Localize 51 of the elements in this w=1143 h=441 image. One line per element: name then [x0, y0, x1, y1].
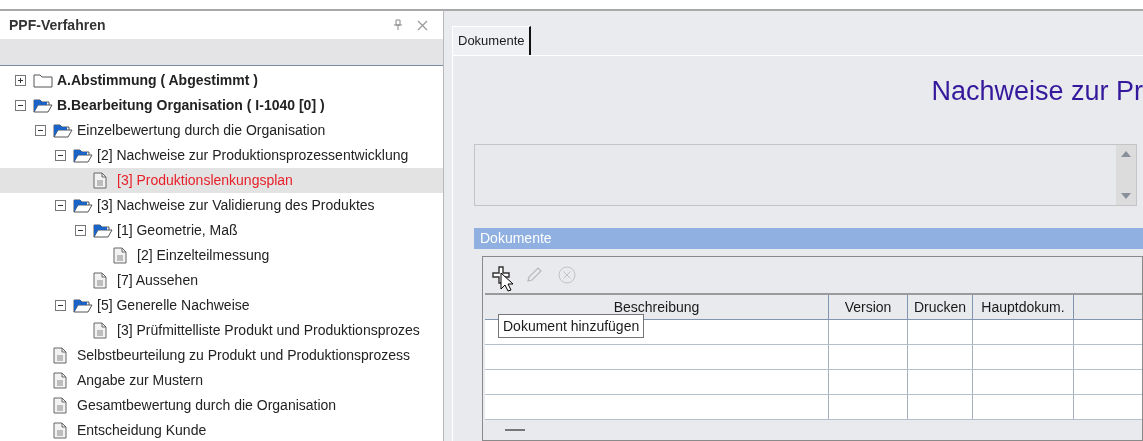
page-heading: Nachweise zur Pr	[931, 74, 1143, 108]
expand-icon[interactable]	[15, 75, 26, 86]
scroll-down-icon[interactable]	[1121, 193, 1131, 199]
folder-icon	[33, 73, 53, 88]
folder-icon	[73, 298, 93, 313]
document-icon	[93, 272, 107, 289]
tree-item[interactable]: [3] Produktionslenkungsplan	[0, 168, 443, 193]
document-icon	[53, 347, 67, 364]
collapse-icon[interactable]	[15, 100, 26, 111]
tree-item[interactable]: B.Bearbeitung Organisation ( I-1040 [0] )	[0, 93, 443, 118]
collapse-icon[interactable]	[55, 150, 66, 161]
tree-item[interactable]: [5] Generelle Nachweise	[0, 293, 443, 318]
pin-icon[interactable]	[393, 19, 403, 31]
tree-item[interactable]: [2] Einzelteilmessung	[0, 243, 443, 268]
column-header[interactable]: Drucken	[908, 295, 973, 319]
collapse-icon[interactable]	[75, 225, 86, 236]
document-icon	[93, 322, 107, 339]
folder-icon	[93, 223, 113, 238]
tree-item[interactable]: Gesamtbewertung durch die Organisation	[0, 393, 443, 418]
scrollbar[interactable]	[1116, 145, 1136, 205]
tree-item[interactable]: [2] Nachweise zur Produktionsprozessentwicklung	[0, 143, 443, 168]
column-header[interactable]: Version	[829, 295, 908, 319]
folder-icon	[53, 123, 73, 138]
tree-item[interactable]: [3] Nachweise zur Validierung des Produktes	[0, 193, 443, 218]
collapse-icon[interactable]	[35, 125, 46, 136]
group-header: Dokumente	[474, 228, 1143, 249]
collapse-handle[interactable]	[505, 429, 525, 431]
document-icon	[113, 247, 127, 264]
tree-item[interactable]: Einzelbewertung durch die Organisation	[0, 118, 443, 143]
tree-item[interactable]: [1] Geometrie, Maß	[0, 218, 443, 243]
collapse-icon[interactable]	[55, 200, 66, 211]
tree-item[interactable]: A.Abstimmung ( Abgestimmt )	[0, 68, 443, 93]
folder-icon	[33, 98, 53, 113]
folder-icon	[73, 198, 93, 213]
collapse-icon[interactable]	[55, 300, 66, 311]
tree-item[interactable]: Entscheidung Kunde	[0, 418, 443, 441]
panel-title: PPF-Verfahren	[9, 15, 107, 35]
document-icon	[53, 397, 67, 414]
column-header[interactable]: Hauptdokum.	[973, 295, 1074, 319]
scroll-up-icon[interactable]	[1121, 151, 1131, 157]
tree-item[interactable]: [3] Prüfmittelliste Produkt und Produktionsprozes	[0, 318, 443, 343]
close-icon[interactable]	[417, 19, 428, 31]
document-icon	[53, 372, 67, 389]
tab[interactable]: Dokumente	[452, 26, 532, 55]
document-icon	[93, 172, 107, 189]
folder-icon	[73, 148, 93, 163]
tree-item[interactable]: [7] Aussehen	[0, 268, 443, 293]
tooltip: Dokument hinzufügen	[498, 314, 645, 338]
tree-item[interactable]: Selbstbeurteilung zu Produkt und Produktionsprozess	[0, 343, 443, 368]
document-icon	[53, 422, 67, 439]
tree-item[interactable]: Angabe zur Mustern	[0, 368, 443, 393]
